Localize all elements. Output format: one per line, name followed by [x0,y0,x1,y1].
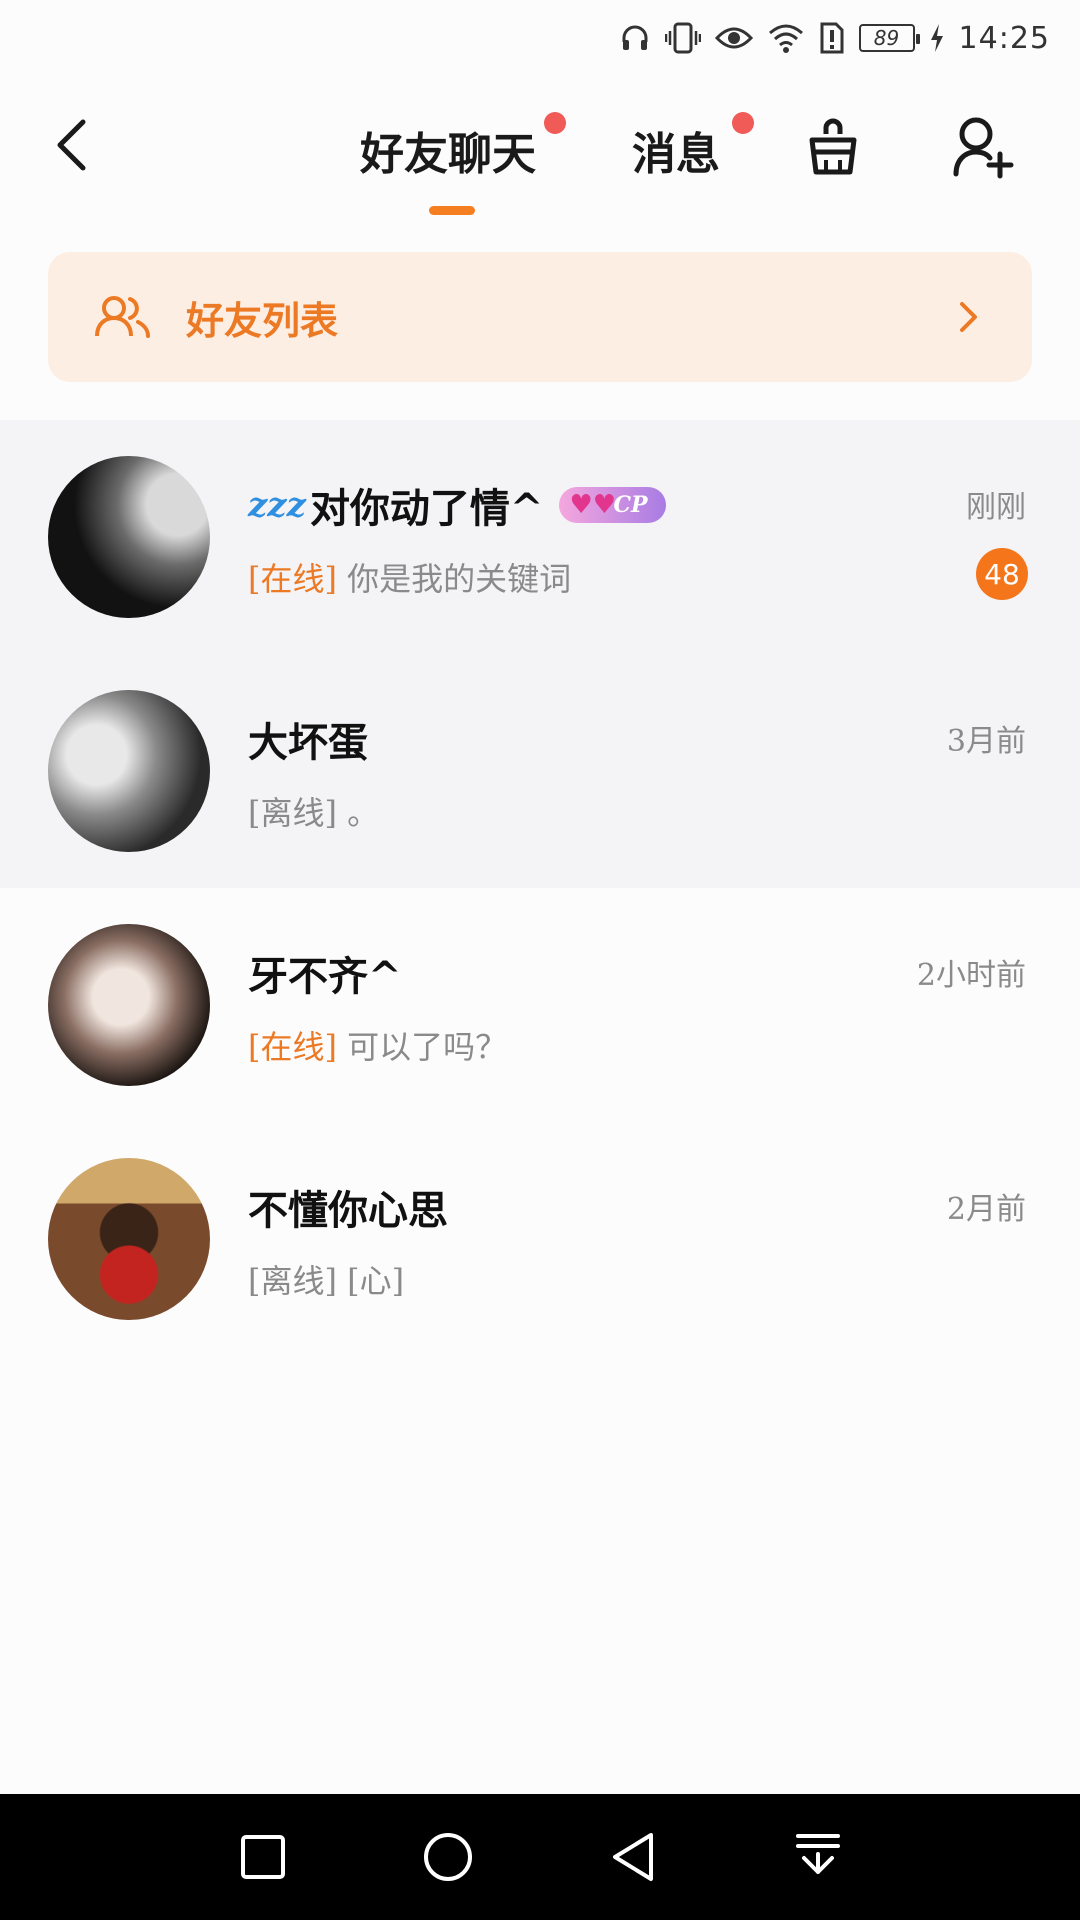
active-tab-indicator [429,206,475,215]
tab-messages[interactable]: 消息 [632,112,754,182]
screen: 89 14:25 好友聊天 消息 好友列表 zzz 对你动了情^ ♥♥ CP 刚… [0,0,1080,1920]
status-bar: 89 14:25 [0,0,1080,76]
friends-list-label: 好友列表 [186,297,339,343]
cp-badge-label: CP [613,492,648,518]
offline-status: [离线] [248,794,337,832]
chat-time: 2月前 [946,1192,1026,1227]
chat-name-row: 大坏蛋 [248,710,368,768]
notification-pull-button[interactable] [786,1825,850,1889]
avatar[interactable] [48,690,210,852]
eye-icon [714,23,753,53]
friends-icon [95,296,150,338]
chat-row[interactable]: 大坏蛋 3月前 [离线] 。 [0,654,1080,888]
tab-messages-dot [732,112,754,134]
chat-time: 刚刚 [966,490,1026,525]
broom-icon [809,118,857,175]
avatar[interactable] [48,1158,210,1320]
avatar[interactable] [48,924,210,1086]
chat-name: 大坏蛋 [248,719,368,766]
chat-name-row: 牙不齐^ [248,944,402,1002]
last-message: 可以了吗？ [347,1028,508,1066]
chat-name-row: zzz 对你动了情^ ♥♥ CP [248,476,666,534]
winged-heart-icon: ♥♥ [569,490,617,520]
tab-friend-chat-label: 好友聊天 [360,129,536,180]
chat-list: zzz 对你动了情^ ♥♥ CP 刚刚 [在线] 你是我的关键词 48 大坏蛋 … [0,420,1080,1356]
top-header: 好友聊天 消息 [0,90,1080,220]
chat-preview: [在线] 你是我的关键词 [248,554,571,600]
chevron-right-icon [960,302,977,332]
last-message: [心] [347,1262,405,1300]
headphones-icon [619,22,651,54]
friends-list-banner[interactable]: 好友列表 [48,252,1032,382]
chat-row[interactable]: 牙不齐^ 2小时前 [在线] 可以了吗？ [0,888,1080,1122]
tab-friend-chat-dot [544,112,566,134]
chat-row[interactable]: zzz 对你动了情^ ♥♥ CP 刚刚 [在线] 你是我的关键词 48 [0,420,1080,654]
chat-name: 牙不齐^ [248,953,402,1000]
chevron-left-icon [57,119,86,171]
battery-level: 89 [873,26,900,50]
clear-messages-button[interactable] [798,112,868,182]
vibrate-icon [664,21,701,55]
chat-preview: [在线] 可以了吗？ [248,1022,507,1068]
add-friend-button[interactable] [948,112,1018,182]
tab-messages-label: 消息 [632,129,720,180]
recent-apps-button[interactable] [231,1825,295,1889]
last-message: 你是我的关键词 [347,560,572,598]
unread-count-badge: 48 [976,548,1028,600]
chat-name-row: 不懂你心思 [248,1178,448,1236]
triangle-back-icon [612,1833,653,1881]
online-status: [在线] [248,1028,337,1066]
battery-icon: 89 [858,24,920,52]
sleeping-icon: zzz [248,485,306,525]
chat-time: 2小时前 [916,958,1026,993]
charging-icon [929,23,945,53]
system-nav-bar [0,1794,1080,1920]
online-status: [在线] [248,560,337,598]
sim-alert-icon [819,21,845,55]
status-time: 14:25 [958,20,1050,56]
chat-row[interactable]: 不懂你心思 2月前 [离线] [心] [0,1122,1080,1356]
cp-badge: ♥♥ CP [559,487,666,523]
pull-down-icon [795,1834,840,1874]
last-message: 。 [347,794,380,832]
offline-status: [离线] [248,1262,337,1300]
circle-icon [423,1833,472,1881]
nav-back-button[interactable] [601,1825,665,1889]
chat-preview: [离线] 。 [248,788,379,834]
home-button[interactable] [416,1825,480,1889]
chat-time: 3月前 [946,724,1026,759]
chat-name: 不懂你心思 [248,1187,448,1234]
chat-preview: [离线] [心] [248,1256,404,1302]
square-icon [240,1835,285,1879]
chat-name: 对你动了情^ [309,485,544,532]
avatar[interactable] [48,456,210,618]
wifi-icon [767,22,805,54]
tab-friend-chat[interactable]: 好友聊天 [360,112,566,182]
back-button[interactable] [46,114,96,176]
add-user-icon [953,117,1014,179]
